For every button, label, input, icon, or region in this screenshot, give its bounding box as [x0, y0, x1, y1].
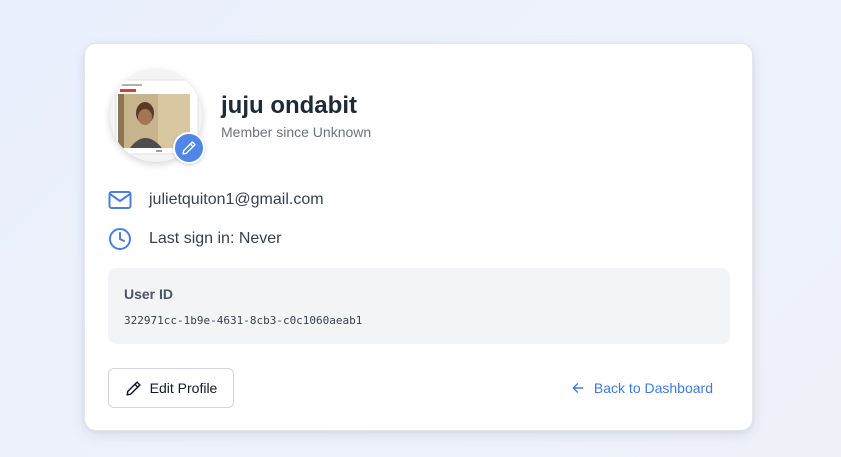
back-to-dashboard-label: Back to Dashboard	[593, 380, 713, 396]
user-id-panel: User ID 322971cc-1b9e-4631-8cb3-c0c1060a…	[108, 268, 730, 344]
profile-card: juju ondabit Member since Unknown juliet…	[84, 43, 753, 431]
edit-profile-button[interactable]: Edit Profile	[108, 368, 234, 408]
arrow-left-icon	[572, 383, 584, 393]
email-row: julietquiton1@gmail.com	[108, 188, 324, 212]
mail-icon	[108, 188, 132, 212]
last-sign-in-row: Last sign in: Never	[108, 227, 282, 251]
user-id-label: User ID	[124, 286, 174, 302]
avatar-container	[110, 70, 205, 164]
edit-profile-label: Edit Profile	[149, 380, 218, 396]
user-id-value: 322971cc-1b9e-4631-8cb3-c0c1060aeab1	[124, 314, 363, 327]
back-to-dashboard-link[interactable]: Back to Dashboard	[571, 368, 713, 408]
member-since: Member since Unknown	[221, 124, 372, 140]
last-sign-in-text: Last sign in: Never	[149, 230, 282, 247]
pencil-icon	[182, 141, 196, 155]
edit-avatar-button[interactable]	[173, 132, 205, 164]
profile-name: juju ondabit	[221, 92, 357, 119]
pencil-icon	[126, 380, 141, 396]
email-text: julietquiton1@gmail.com	[149, 191, 324, 208]
clock-icon	[108, 227, 132, 251]
